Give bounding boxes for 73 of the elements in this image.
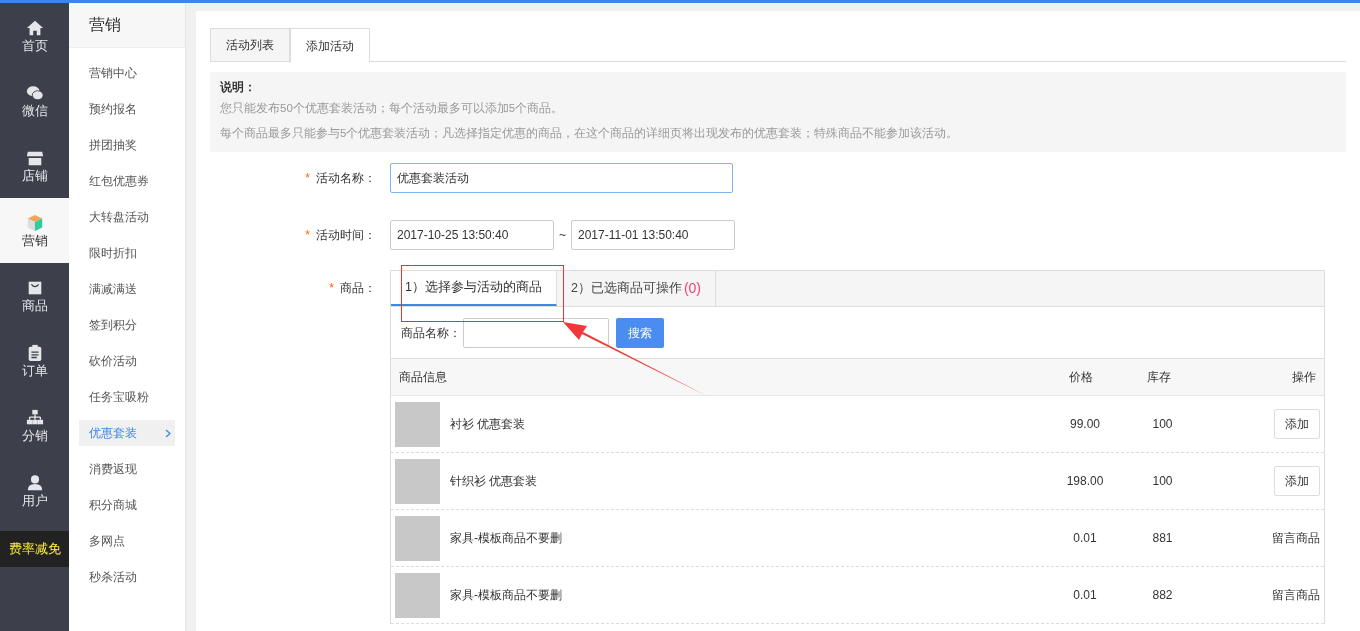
product-name: 针织衫 优惠套装 [450,473,539,490]
photo-placeholder [395,515,440,561]
page-tab[interactable]: 添加活动 [290,28,370,63]
notice-text: 您只能发布50个优惠套装活动；每个活动最多可以添加5个商品。 [220,101,565,116]
price-cell-text: 0.01 [1072,587,1098,604]
sub-sidebar-item[interactable]: 消费返现 [79,456,175,482]
goods-tab[interactable]: 2）已选商品可操作(0) [556,271,717,306]
product-name: 家具-模板商品不要删 [450,587,563,604]
stock-cell-text: 100 [1151,416,1174,433]
column-header: 库存 [1145,369,1172,386]
cube-icon [25,213,44,232]
promo-nav-item[interactable]: 费率减免 [0,531,69,567]
sidebar-nav-item[interactable]: 用户 [0,458,69,523]
start-time-input[interactable]: 2017-10-25 13:50:40 [390,220,554,250]
search-label: 商品名称： [401,324,461,342]
range-separator: ~ [558,227,567,244]
sub-sidebar-title: 营销 [69,3,185,48]
chevron-right-icon [165,428,171,438]
user-icon [25,473,44,492]
price-cell-text: 99.00 [1069,416,1101,433]
sidebar-nav-item[interactable]: 营销 [0,198,69,263]
action-text: 留言商品 [1272,587,1320,604]
sidebar-nav-item[interactable]: 微信 [0,68,69,133]
goods-tab[interactable]: 1）选择参与活动的商品 [391,271,557,306]
sidebar-nav-item[interactable]: 店铺 [0,133,69,198]
sub-sidebar-item[interactable]: 限时折扣 [79,240,175,266]
sidebar-nav-item[interactable]: 商品 [0,263,69,328]
add-button[interactable]: 添加 [1274,466,1320,496]
sub-sidebar-item[interactable]: 砍价活动 [79,348,175,374]
notice-text: 每个商品最多只能参与5个优惠套装活动；凡选择指定优惠的商品，在这个商品的详细页将出现发布的优惠套装；特殊商品不能参加该活动。 [220,126,960,141]
required-mark: * [305,227,310,244]
column-header: 价格 [1068,369,1094,386]
sub-sidebar-item[interactable]: 预约报名 [79,96,175,122]
photo-placeholder [395,572,440,618]
field-label: 活动名称： [316,170,376,187]
price-cell-text: 0.01 [1072,530,1098,547]
photo-placeholder [395,401,440,447]
home-icon [25,18,44,37]
product-name: 家具-模板商品不要删 [450,530,563,547]
sub-sidebar-item[interactable]: 满减满送 [79,276,175,302]
sub-sidebar-item[interactable]: 任务宝吸粉 [79,384,175,410]
sub-sidebar-item[interactable]: 大转盘活动 [79,204,175,230]
action-text: 留言商品 [1272,530,1320,547]
sub-sidebar-item[interactable]: 营销中心 [79,60,175,86]
notice-title: 说明： [220,79,257,96]
sub-sidebar-item[interactable]: 拼团抽奖 [79,132,175,158]
sub-sidebar-item[interactable]: 多网点 [79,528,175,554]
hierarchy-icon [25,408,44,427]
sidebar-nav-item[interactable]: 首页 [0,3,69,68]
stock-cell-text: 882 [1151,587,1174,604]
price-cell-text: 198.00 [1065,473,1105,490]
sub-sidebar-item[interactable]: 秒杀活动 [79,564,175,590]
stock-cell-text: 100 [1151,473,1174,490]
goods-name-input[interactable] [463,317,609,348]
add-button[interactable]: 添加 [1274,409,1320,439]
page-tab[interactable]: 活动列表 [210,28,290,62]
photo-placeholder [395,458,440,504]
sub-sidebar-item[interactable]: 积分商城 [79,492,175,518]
end-time-input[interactable]: 2017-11-01 13:50:40 [571,220,735,250]
sidebar-nav-item[interactable]: 分销 [0,393,69,458]
sub-sidebar-item[interactable]: 红包优惠券 [79,168,175,194]
field-label: 商品： [340,280,376,297]
field-label: 活动时间： [316,227,376,244]
required-mark: * [329,280,334,297]
product-name: 衬衫 优惠套装 [450,416,527,433]
column-header: 商品信息 [399,369,448,386]
activity-name-input[interactable]: 优惠套装活动 [390,163,733,193]
sub-sidebar-item[interactable]: 签到积分 [79,312,175,338]
required-mark: * [305,170,310,187]
column-header: 操作 [1291,369,1316,386]
chat-bubbles-icon [25,83,44,102]
stock-cell-text: 881 [1151,530,1174,547]
sidebar-nav-item[interactable]: 订单 [0,328,69,393]
